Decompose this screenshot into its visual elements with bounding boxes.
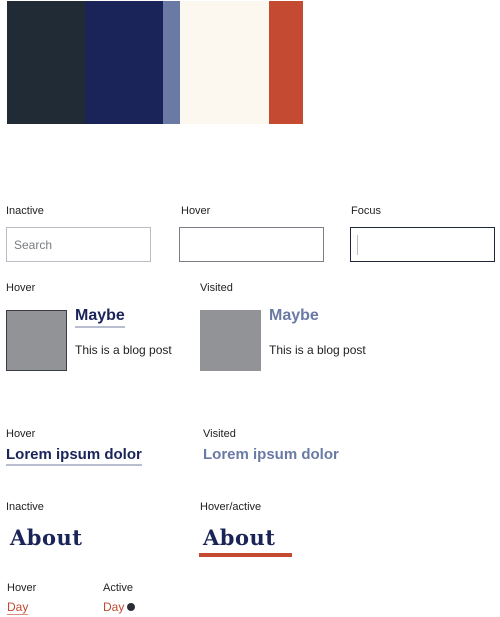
blog-thumbnail — [200, 310, 261, 371]
active-dot-icon — [127, 603, 135, 611]
swatch-cream — [180, 1, 269, 124]
search-input-hover[interactable] — [179, 227, 324, 262]
blog-thumbnail — [6, 310, 67, 371]
blog-title-link[interactable]: Maybe — [269, 307, 319, 325]
active-indicator-bar — [199, 553, 292, 557]
input-focus-label: Focus — [351, 205, 381, 217]
nav-item-about-active[interactable]: About — [203, 525, 275, 550]
day-toggle-active[interactable]: Day — [103, 600, 124, 614]
nav-active-label: Hover/active — [200, 501, 262, 513]
link-hover-label: Hover — [6, 428, 36, 440]
swatch-charcoal — [7, 1, 85, 124]
search-placeholder: Search — [14, 238, 53, 252]
nav-inactive-label: Inactive — [6, 501, 44, 513]
text-link-hover[interactable]: Lorem ipsum dolor — [6, 446, 142, 466]
search-input-focus[interactable] — [350, 227, 495, 262]
card-hover-label: Hover — [6, 282, 36, 294]
link-visited-label: Visited — [203, 428, 236, 440]
input-hover-label: Hover — [181, 205, 211, 217]
day-toggle-hover[interactable]: Day — [7, 600, 29, 615]
input-inactive-label: Inactive — [6, 205, 44, 217]
nav-item-about-inactive[interactable]: About — [10, 525, 82, 550]
blog-title-link[interactable]: Maybe — [75, 307, 125, 328]
search-input-inactive[interactable]: Search — [6, 227, 151, 262]
day-hover-label: Hover — [7, 582, 37, 594]
blog-excerpt: This is a blog post — [75, 343, 172, 357]
card-visited-label: Visited — [200, 282, 233, 294]
swatch-navy — [85, 1, 163, 124]
text-caret — [357, 235, 358, 255]
blog-excerpt: This is a blog post — [269, 343, 366, 357]
swatch-slate — [163, 1, 180, 124]
swatch-rust — [269, 1, 303, 124]
text-link-visited[interactable]: Lorem ipsum dolor — [203, 446, 339, 463]
day-active-label: Active — [103, 582, 133, 594]
